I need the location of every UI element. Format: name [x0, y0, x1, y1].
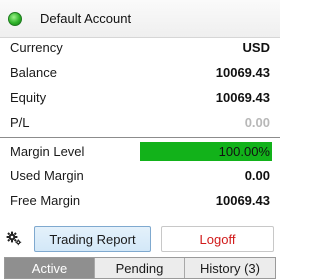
account-name: Default Account — [40, 11, 132, 26]
connection-status-icon — [8, 12, 22, 26]
free-margin-row: Free Margin 10069.43 — [0, 189, 280, 213]
equity-label: Equity — [10, 90, 47, 105]
account-header: Default Account — [0, 0, 280, 38]
balance-value: 10069.43 — [215, 65, 270, 80]
currency-value: USD — [242, 40, 270, 55]
pl-value: 0.00 — [244, 115, 270, 130]
tab-active[interactable]: Active — [5, 258, 95, 278]
used-margin-value: 0.00 — [244, 168, 270, 183]
margin-level-bar: 100.00% — [140, 142, 272, 161]
balance-row: Balance 10069.43 — [0, 61, 280, 85]
margin-level-label: Margin Level — [10, 144, 85, 159]
used-margin-label: Used Margin — [10, 168, 84, 183]
gear-icon[interactable] — [6, 230, 22, 246]
equity-row: Equity 10069.43 — [0, 86, 280, 110]
currency-label: Currency — [10, 40, 63, 55]
free-margin-label: Free Margin — [10, 193, 81, 208]
margin-level-value: 100.00% — [218, 144, 270, 159]
pl-row: P/L 0.00 — [0, 111, 280, 135]
free-margin-value: 10069.43 — [215, 193, 270, 208]
pl-label: P/L — [10, 115, 30, 130]
order-tabs: Active Pending History (3) — [4, 257, 276, 279]
trading-report-button[interactable]: Trading Report — [34, 226, 151, 252]
tab-pending[interactable]: Pending — [95, 258, 185, 278]
currency-row: Currency USD — [0, 36, 280, 60]
equity-value: 10069.43 — [215, 90, 270, 105]
balance-label: Balance — [10, 65, 57, 80]
logoff-button[interactable]: Logoff — [161, 226, 274, 252]
section-divider — [0, 137, 280, 138]
used-margin-row: Used Margin 0.00 — [0, 164, 280, 188]
tab-history[interactable]: History (3) — [185, 258, 275, 278]
